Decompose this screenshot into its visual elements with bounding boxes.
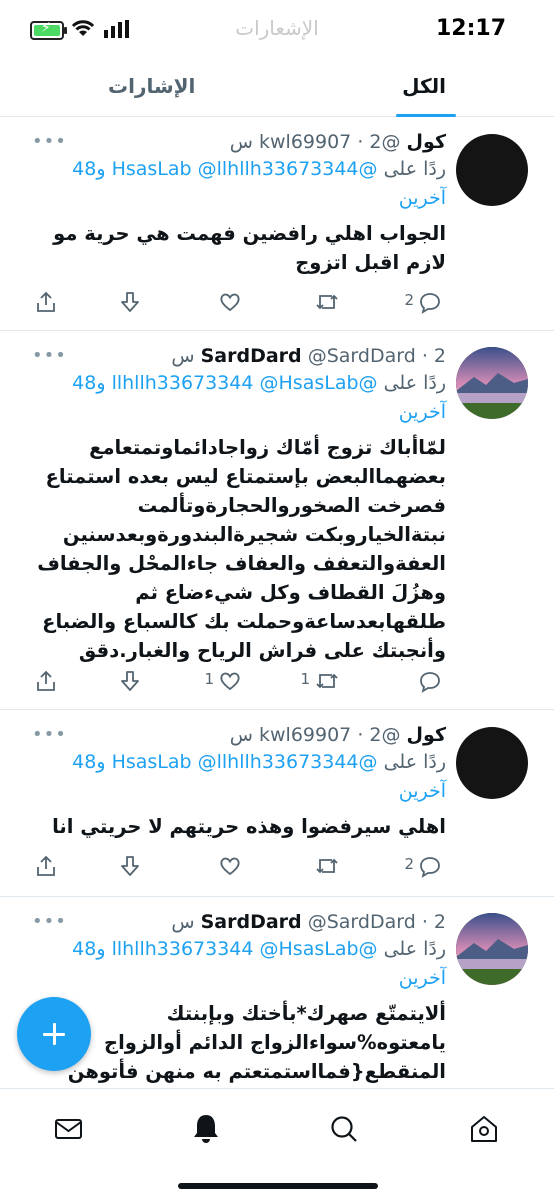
tweet-text: اهلي سيرفضوا وهذه حريتهم لا حريتي انا [52,815,446,838]
display-name[interactable]: SardDard [201,345,302,367]
replying-to-label: ردًا على [383,938,446,960]
tweet-actions: 2 [22,287,450,317]
tweet[interactable]: كول @kwl69907 · 2 س ••• ردًا على @HsasLa… [0,117,554,331]
tweet-header: SardDard @SardDard · 2 س [171,345,446,367]
reply-count: 2 [404,291,414,309]
reply-icon [420,293,440,314]
reply-icon [420,672,440,693]
reply-icon [420,857,440,878]
replying-to: ردًا على @HsasLab @llhllh33673344 و48 آخ… [22,748,446,806]
status-bar: الإشعارات ⚡ 12:17 [0,0,554,62]
tweet[interactable]: كول @kwl69907 · 2 س ••• ردًا على @HsasLa… [0,710,554,897]
nav-home[interactable] [464,1109,504,1149]
tweet[interactable]: SardDard @SardDard · 2 س ••• ردًا على @l… [0,331,554,710]
replying-to: ردًا على @llhllh33673344 @HsasLab و48 آخ… [22,369,446,427]
share-icon [37,855,55,876]
search-icon [331,1116,357,1142]
nav-notifications[interactable] [186,1109,226,1149]
heart-icon [220,857,240,876]
tweet-actions: 2 [22,851,450,881]
downvote-icon [121,856,139,876]
tweet-header: SardDard @SardDard · 2 س [171,911,446,933]
tweet-header: كول @kwl69907 · 2 س [229,131,446,153]
display-name[interactable]: كول [407,131,446,153]
replying-to: ردًا على @llhllh33673344 @HsasLab و48 آخ… [22,935,446,993]
mail-icon [55,1119,82,1139]
downvote-icon [121,671,139,691]
downvote-icon [121,292,139,312]
share-icon [37,670,55,691]
replying-to-label: ردًا على [383,158,446,180]
replying-to-others[interactable]: آخرين [399,967,446,989]
reply-count: 2 [404,855,414,873]
notification-tabs: الكل الإشارات [0,62,554,117]
avatar[interactable] [456,913,528,985]
wifi-icon [71,20,95,36]
replying-to: ردًا على @HsasLab @llhllh33673344 و48 آخ… [22,155,446,213]
replying-to-others[interactable]: آخرين [399,780,446,802]
tweet[interactable]: SardDard @SardDard · 2 س ••• ردًا على @l… [0,897,554,1088]
bell-icon [194,1115,218,1143]
nav-messages[interactable] [48,1109,88,1149]
more-icon[interactable]: ••• [32,911,67,932]
replying-to-label: ردًا على [383,751,446,773]
battery-icon: ⚡ [30,20,67,40]
tab-all[interactable]: الكل [402,74,446,98]
avatar[interactable] [456,134,528,206]
avatar[interactable] [456,727,528,799]
signal-icon [104,20,129,38]
retweet-icon [316,294,338,310]
home-icon [471,1116,497,1142]
share-icon [37,291,55,312]
replying-to-handles[interactable]: @llhllh33673344 @HsasLab و48 [72,372,377,394]
handle[interactable]: @SardDard [308,345,416,367]
replying-to-others[interactable]: آخرين [399,187,446,209]
home-indicator [178,1183,378,1189]
more-icon[interactable]: ••• [32,724,67,745]
replying-to-others[interactable]: آخرين [399,401,446,423]
nav-search[interactable] [324,1109,364,1149]
status-time: 12:17 [435,16,506,41]
more-icon[interactable]: ••• [32,131,67,152]
avatar[interactable] [456,347,528,419]
tweet-header: كول @kwl69907 · 2 س [229,724,446,746]
tweet-text: لمّاأباك تزوج أمّاك زواجادائماوتمتعامع ب… [37,436,446,662]
heart-icon [220,293,240,312]
tab-mentions[interactable]: الإشارات [108,74,195,98]
replying-to-handles[interactable]: @HsasLab @llhllh33673344 و48 [72,158,377,180]
replying-to-label: ردًا على [383,372,446,394]
more-icon[interactable]: ••• [32,345,67,366]
tweet-text: الجواب اهلي رافضين فهمت هي حرية مو لازم … [53,222,446,274]
retweet-count: 1 [300,670,310,688]
compose-button[interactable] [17,997,91,1071]
like-count: 1 [204,670,214,688]
retweet-icon [316,858,338,874]
handle[interactable]: @SardDard [308,911,416,933]
replying-to-handles[interactable]: @HsasLab @llhllh33673344 و48 [72,751,377,773]
display-name[interactable]: كول [407,724,446,746]
tweet-actions: 1 1 [22,666,450,696]
heart-icon [220,672,240,691]
replying-to-handles[interactable]: @llhllh33673344 @HsasLab و48 [72,938,377,960]
retweet-icon [316,673,338,689]
display-name[interactable]: SardDard [201,911,302,933]
